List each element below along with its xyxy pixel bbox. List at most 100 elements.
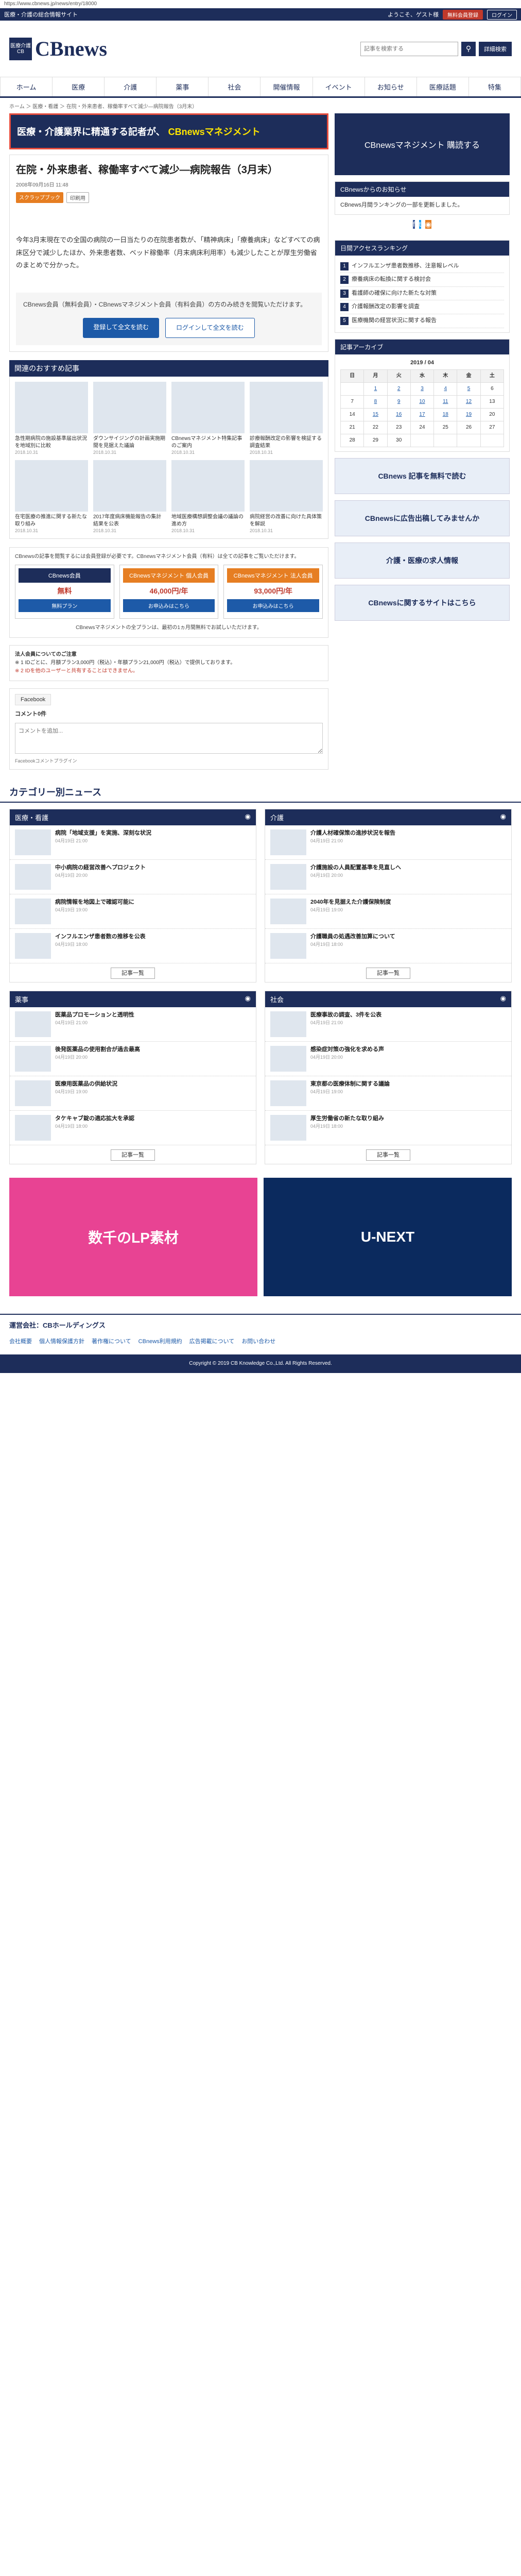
category-item[interactable]: 感染症対策の強化を求める声 04月19日 20:00 xyxy=(265,1042,511,1077)
category-item[interactable]: 病院情報を地図上で確認可能に 04月19日 19:00 xyxy=(10,894,256,929)
bottom-ad[interactable]: 数千のLP素材 xyxy=(9,1178,257,1297)
category-item[interactable]: 病院「地域支援」を実施、深刻な状況 04月19日 21:00 xyxy=(10,825,256,860)
category-item[interactable]: 中小病院の経営改善へプロジェクト 04月19日 20:00 xyxy=(10,860,256,895)
plan-button[interactable]: お申込みはこちら xyxy=(123,599,215,613)
footer-link[interactable]: 広告掲載について xyxy=(189,1337,235,1345)
category-item[interactable]: 医薬品プロモーションと透明性 04月19日 21:00 xyxy=(10,1007,256,1042)
facebook-tab[interactable]: Facebook xyxy=(15,694,51,706)
recommended-item[interactable]: 診療報酬改定の影響を検証する調査結果 2018.10.31 xyxy=(250,382,323,455)
recommended-item[interactable]: 地域医療構想調整会議の議論の進め方 2018.10.31 xyxy=(171,460,245,533)
footer-link[interactable]: 著作権について xyxy=(92,1337,131,1345)
category-item[interactable]: インフルエンザ患者数の推移を公表 04月19日 18:00 xyxy=(10,929,256,964)
category-item[interactable]: 医療事故の調査、3件を公表 04月19日 21:00 xyxy=(265,1007,511,1042)
category-item[interactable]: タケキャブ錠の適応拡大を承認 04月19日 18:00 xyxy=(10,1111,256,1146)
footer-company: 運営会社：CBホールディングス xyxy=(9,1321,106,1330)
category-item[interactable]: 後発医薬品の使用割合が過去最高 04月19日 20:00 xyxy=(10,1042,256,1077)
more-button[interactable]: 記事一覧 xyxy=(366,968,410,979)
sidebar-ad[interactable]: CBnewsに関するサイトはこちら xyxy=(335,585,510,621)
login-read-button[interactable]: ログインして全文を読む xyxy=(165,318,255,338)
category-item[interactable]: 介護職員の処遇改善加算について 04月19日 18:00 xyxy=(265,929,511,964)
page: https://www.cbnews.jp/news/entry/18000 医… xyxy=(0,0,521,1374)
category-item[interactable]: 厚生労働省の新たな取り組み 04月19日 18:00 xyxy=(265,1111,511,1146)
nav-item[interactable]: ホーム xyxy=(0,77,53,96)
nav-item[interactable]: 社会 xyxy=(209,77,261,96)
corporate-notice: 法人会員についてのご注意 ※ 1 IDごとに、月額プラン3,000円（税込）・年… xyxy=(9,645,328,682)
banner-ad[interactable]: 医療・介護業界に精通する記者が、 CBnewsマネジメント xyxy=(9,113,328,149)
recommended-item[interactable]: ダウンサイジングの計画実施期間を見据えた議論 2018.10.31 xyxy=(93,382,166,455)
sidebar-ad[interactable]: CBnews 記事を無料で読む xyxy=(335,458,510,495)
notice-body: ※ 1 IDごとに、月額プラン3,000円（税込）・年額プラン21,000円（税… xyxy=(15,660,236,666)
twitter-icon[interactable]: t xyxy=(419,219,421,229)
footer-link[interactable]: お問い合わせ xyxy=(241,1337,275,1345)
scrapbook-button[interactable]: スクラップブック xyxy=(16,192,63,203)
sidebar-ad-top[interactable]: CBnewsマネジメント 購読する xyxy=(335,113,510,175)
plan-free: CBnews会員 無料 無料プラン xyxy=(15,565,114,619)
ranking-item[interactable]: 2 療養病床の転換に関する検討会 xyxy=(340,273,504,287)
rss-icon[interactable]: ◉ xyxy=(500,812,506,822)
category-thumb xyxy=(15,829,51,856)
bottom-ad[interactable]: U-NEXT xyxy=(264,1178,512,1297)
plan-individual: CBnewsマネジメント 個人会員 46,000円/年 お申込みはこちら xyxy=(119,565,219,619)
plan-button[interactable]: 無料プラン xyxy=(19,599,111,613)
nav-item[interactable]: 開催情報 xyxy=(260,77,313,96)
rss-icon[interactable]: ◉ xyxy=(245,994,251,1004)
category-block: 社会 ◉ 医療事故の調査、3件を公表 04月19日 21:00 感染症対策の強化を求… xyxy=(265,991,512,1165)
recommended-item[interactable]: CBnewsマネジメント特集記事のご案内 2018.10.31 xyxy=(171,382,245,455)
calendar-month: 2019 / 04 xyxy=(410,359,434,366)
bottom-ads: 数千のLP素材 U-NEXT xyxy=(0,1171,521,1303)
nav-item[interactable]: 特集 xyxy=(469,77,521,96)
category-item[interactable]: 東京都の医療体制に関する議論 04月19日 19:00 xyxy=(265,1076,511,1111)
footer-link[interactable]: 個人情報保護方針 xyxy=(39,1337,84,1345)
nav-item[interactable]: 医療 xyxy=(53,77,105,96)
article-tags: スクラップブック 印刷用 xyxy=(16,192,322,203)
site-logo[interactable]: 医療介護 CB CBnews xyxy=(9,37,107,61)
category-thumb xyxy=(270,829,306,856)
search-input[interactable] xyxy=(360,41,458,56)
print-button[interactable]: 印刷用 xyxy=(66,192,89,203)
register-read-button[interactable]: 登録して全文を読む xyxy=(83,318,159,338)
sidebar-ad[interactable]: 介護・医療の求人情報 xyxy=(335,543,510,579)
ranking-item[interactable]: 4 介護報酬改定の影響を調査 xyxy=(340,300,504,314)
category-block: 医療・看護 ◉ 病院「地域支援」を実施、深刻な状況 04月19日 21:00 中小病… xyxy=(9,809,256,983)
register-button[interactable]: 無料会員登録 xyxy=(443,9,483,20)
footer-link[interactable]: CBnews利用規約 xyxy=(138,1337,182,1345)
calendar-table: 日月火水木金土 123456 7 8 9 10 11 12 13 14 15 16 17 18 19 2… xyxy=(340,369,505,448)
more-button[interactable]: 記事一覧 xyxy=(111,968,155,979)
category-item[interactable]: 介護施設の人員配置基準を見直しへ 04月19日 20:00 xyxy=(265,860,511,895)
nav-item[interactable]: 薬事 xyxy=(157,77,209,96)
recommended-item[interactable]: 急性期病院の施設基準届出状況を地域別に比較 2018.10.31 xyxy=(15,382,88,455)
recommended-item[interactable]: 2017年度病床機能報告の集計結果を公表 2018.10.31 xyxy=(93,460,166,533)
rss-icon[interactable]: ◉ xyxy=(500,994,506,1004)
sidebar-ad[interactable]: CBnewsに広告出稿してみませんか xyxy=(335,500,510,537)
category-item[interactable]: 介護人材確保策の進捗状況を報告 04月19日 21:00 xyxy=(265,825,511,860)
more-button[interactable]: 記事一覧 xyxy=(111,1149,155,1161)
facebook-icon[interactable]: f xyxy=(413,219,415,229)
ranking-item[interactable]: 1 インフルエンザ患者数推移、注意報レベル xyxy=(340,260,504,274)
recommended-item[interactable]: 在宅医療の推進に関する新たな取り組み 2018.10.31 xyxy=(15,460,88,533)
notice-box: CBnewsからのお知らせ CBnews月間ランキングの一部を更新しました。 xyxy=(335,181,510,215)
membership-plans: CBnewsの記事を閲覧するには会員登録が必要です。CBnewsマネジメント会員… xyxy=(9,547,328,638)
ranking-item[interactable]: 3 看護師の確保に向けた新たな対策 xyxy=(340,287,504,301)
footer-link[interactable]: 会社概要 xyxy=(9,1337,32,1345)
rss-icon[interactable]: ◉ xyxy=(245,812,251,822)
article: 在院・外来患者、稼働率すべて減少―病院報告（3月末） 2008年09月16日 1… xyxy=(9,155,328,352)
main-nav: ホーム 医療 介護 薬事 社会 開催情報 イベント お知らせ 医療話題 特集 xyxy=(0,77,521,98)
comment-input[interactable] xyxy=(15,723,323,754)
category-item[interactable]: 医療用医薬品の供給状況 04月19日 19:00 xyxy=(10,1076,256,1111)
nav-item[interactable]: お知らせ xyxy=(365,77,417,96)
article-lead: 今年3月末現在での全国の病院の一日当たりの在院患者数が、「精神病床」「療養病床」… xyxy=(16,236,320,269)
nav-item[interactable]: 医療話題 xyxy=(417,77,469,96)
detail-search-button[interactable]: 詳細検索 xyxy=(479,41,512,56)
plan-button[interactable]: お申込みはこちら xyxy=(227,599,320,613)
nav-item[interactable]: イベント xyxy=(313,77,365,96)
top-bar-actions: ようこそ、ゲスト様 無料会員登録 ログイン xyxy=(388,9,517,20)
login-button[interactable]: ログイン xyxy=(487,9,517,20)
recommended-item[interactable]: 病院経営の改善に向けた具体策を解説 2018.10.31 xyxy=(250,460,323,533)
rss-icon[interactable]: ◉ xyxy=(425,219,431,229)
paywall-gate: CBnews会員（無料会員）・CBnewsマネジメント会員（有料会員）の方のみ続… xyxy=(16,293,322,346)
search-icon[interactable]: ⚲ xyxy=(461,41,476,56)
more-button[interactable]: 記事一覧 xyxy=(366,1149,410,1161)
category-item[interactable]: 2040年を見据えた介護保険制度 04月19日 19:00 xyxy=(265,894,511,929)
nav-item[interactable]: 介護 xyxy=(105,77,157,96)
ranking-item[interactable]: 5 医療機関の経営状況に関する報告 xyxy=(340,314,504,328)
